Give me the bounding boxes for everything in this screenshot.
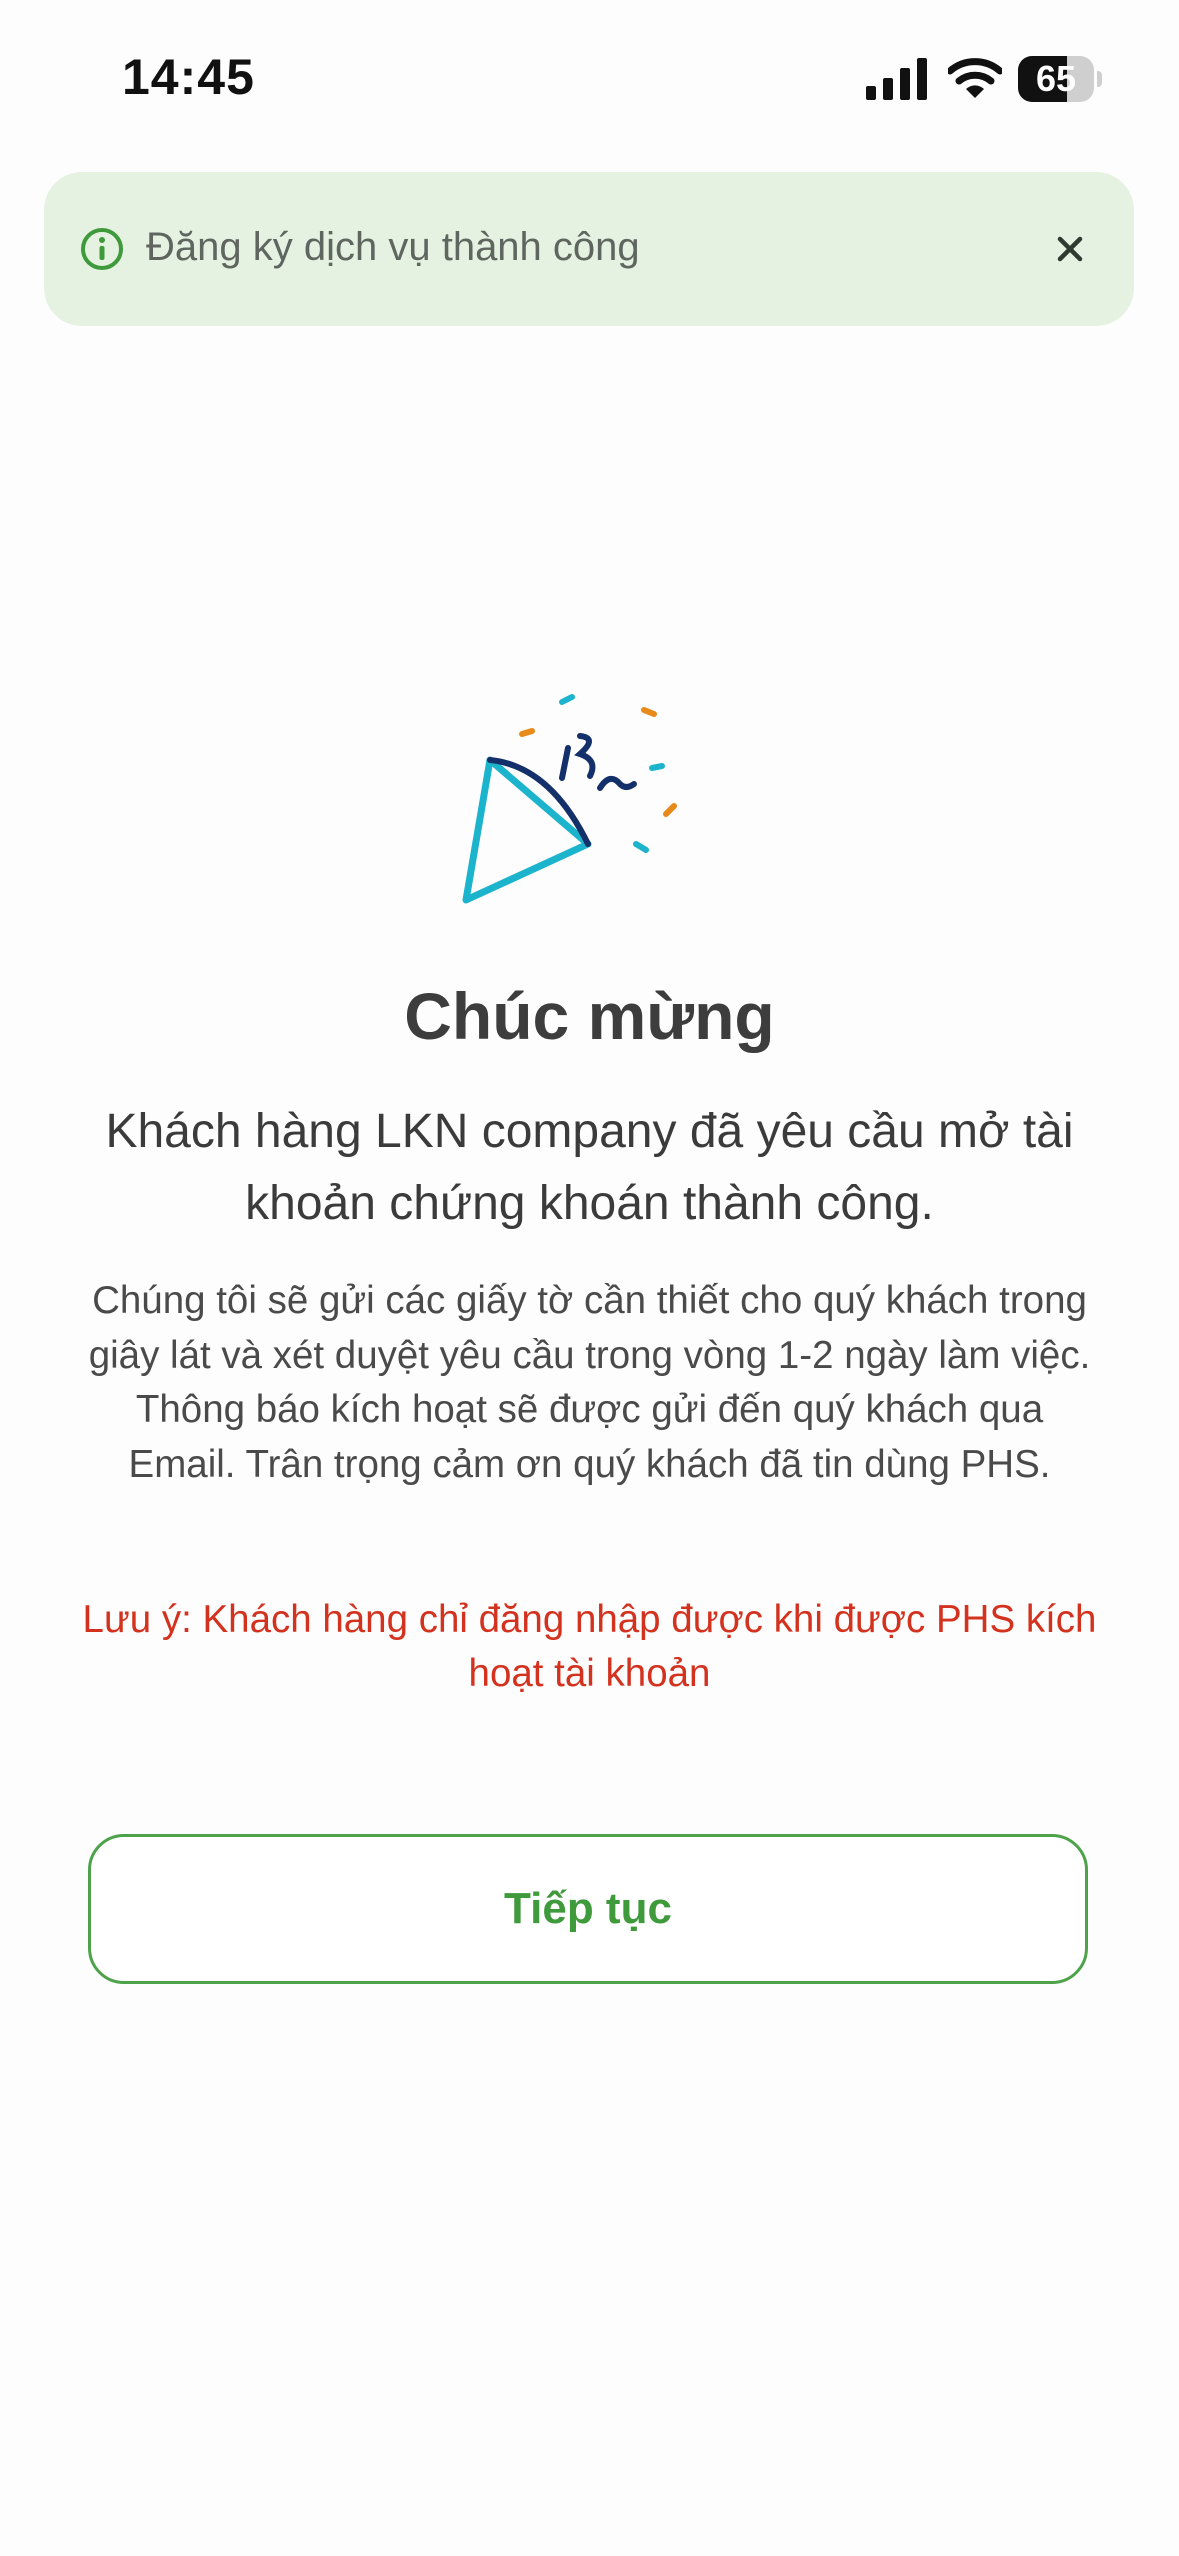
- info-circle-icon: [81, 228, 123, 270]
- wifi-icon: [948, 58, 1002, 98]
- page-title: Chúc mừng: [404, 979, 775, 1053]
- close-icon[interactable]: [1046, 225, 1094, 273]
- activation-note: Lưu ý: Khách hàng chỉ đăng nhập được khi…: [82, 1598, 1097, 1695]
- battery-icon: 65: [1018, 56, 1102, 102]
- battery-body: 65: [1018, 56, 1094, 102]
- toast-message: Đăng ký dịch vụ thành công: [146, 225, 640, 269]
- success-subtitle: Khách hàng LKN company đã yêu cầu mở tài…: [105, 1105, 1074, 1230]
- battery-level: 65: [1035, 58, 1077, 99]
- info-paragraph: Chúng tôi sẽ gửi các giấy tờ cần thiết c…: [88, 1279, 1091, 1486]
- continue-button-label: Tiếp tục: [504, 1884, 672, 1933]
- status-bar: 14:45 65: [0, 0, 1179, 150]
- success-toast: Đăng ký dịch vụ thành công: [44, 172, 1134, 326]
- party-popper-icon: [462, 694, 677, 904]
- continue-button[interactable]: Tiếp tục: [88, 1834, 1088, 1984]
- status-time: 14:45: [122, 49, 255, 105]
- cellular-signal-icon: [866, 58, 927, 100]
- battery-nub: [1097, 71, 1102, 87]
